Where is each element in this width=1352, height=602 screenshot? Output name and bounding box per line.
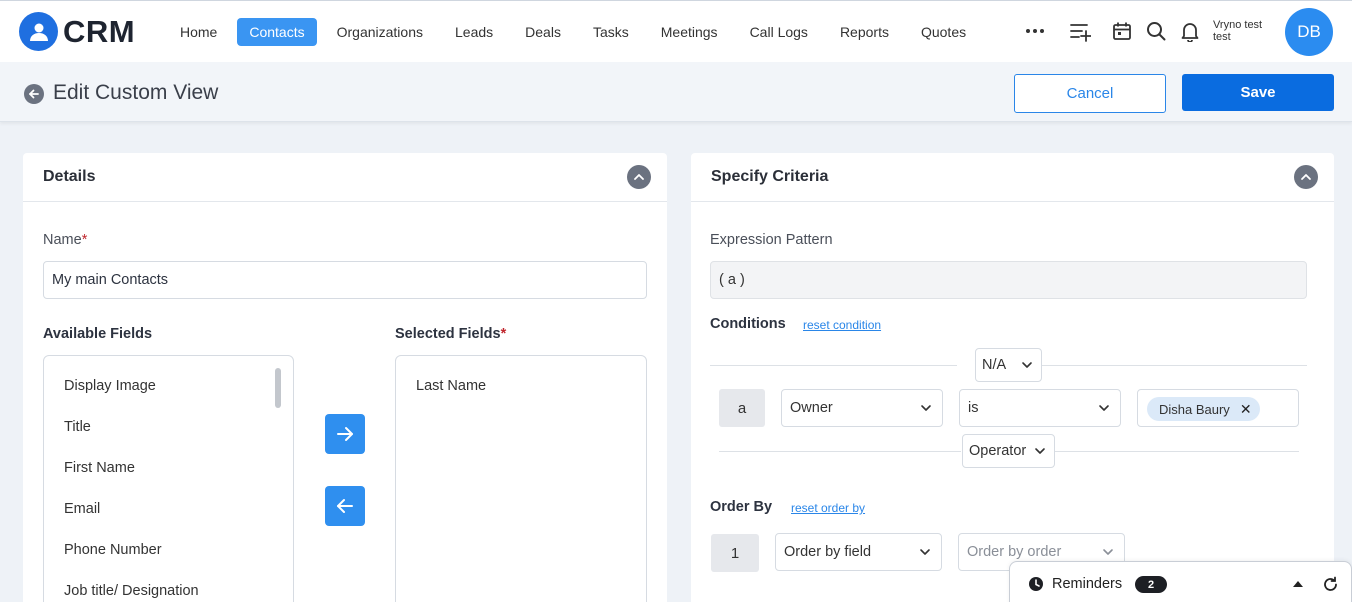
add-list-icon[interactable]: [1068, 19, 1092, 43]
value-chip-label: Disha Baury: [1159, 401, 1230, 417]
avatar[interactable]: DB: [1285, 8, 1333, 56]
move-left-button[interactable]: [325, 486, 365, 526]
user-name[interactable]: Vryno test test: [1213, 19, 1262, 43]
clock-icon: [1029, 577, 1043, 591]
list-item[interactable]: First Name: [64, 460, 135, 476]
condition-operator-select[interactable]: is: [959, 389, 1121, 427]
order-field-select[interactable]: Order by field: [775, 533, 942, 571]
selected-fields-label: Selected Fields*: [395, 326, 506, 342]
reminders-label: Reminders: [1052, 576, 1123, 592]
list-item[interactable]: Title: [64, 419, 91, 435]
nav-quotes[interactable]: Quotes: [909, 18, 978, 46]
logo-text: CRM: [63, 13, 136, 49]
criteria-card-header: Specify Criteria: [691, 153, 1334, 202]
cancel-button[interactable]: Cancel: [1014, 74, 1166, 113]
collapse-criteria-icon[interactable]: [1294, 165, 1318, 189]
save-button[interactable]: Save: [1182, 74, 1334, 111]
name-label-text: Name: [43, 232, 82, 248]
condition-field-value: Owner: [790, 400, 833, 416]
name-input[interactable]: [43, 261, 647, 299]
details-card: Details Name* Available Fields Selected …: [23, 153, 667, 602]
app-logo[interactable]: CRM: [19, 12, 135, 51]
more-icon[interactable]: [1023, 19, 1047, 43]
top-operator-value: N/A: [982, 357, 1007, 373]
conditions-label: Conditions: [710, 316, 786, 332]
page-title: Edit Custom View: [53, 81, 219, 104]
bottom-operator-select[interactable]: Operator: [962, 434, 1055, 468]
nav-call-logs[interactable]: Call Logs: [738, 18, 820, 46]
reset-order-by-link[interactable]: reset order by: [791, 501, 865, 515]
chevron-down-icon: [1099, 405, 1109, 411]
reminders-count-badge: 2: [1135, 576, 1167, 593]
bell-icon[interactable]: [1178, 19, 1202, 43]
value-chip: Disha Baury ✕: [1147, 397, 1260, 421]
nav-contacts[interactable]: Contacts: [237, 18, 317, 46]
list-item[interactable]: Phone Number: [64, 542, 162, 558]
nav-meetings[interactable]: Meetings: [649, 18, 730, 46]
caret-up-icon[interactable]: [1292, 580, 1304, 588]
chevron-down-icon: [1022, 362, 1032, 368]
arrow-right-icon: [337, 427, 353, 441]
details-title: Details: [43, 168, 96, 185]
details-card-header: Details: [23, 153, 667, 202]
divider: [1040, 365, 1307, 366]
available-fields-label: Available Fields: [43, 326, 153, 342]
list-item[interactable]: Job title/ Designation: [64, 583, 199, 599]
page-header: Edit Custom View Cancel Save: [0, 62, 1352, 122]
order-direction-placeholder: Order by order: [967, 544, 1062, 560]
divider: [1053, 451, 1299, 452]
name-required-mark: *: [81, 232, 88, 248]
criteria-card: Specify Criteria Expression Pattern ( a …: [691, 153, 1334, 602]
user-name-line2: test: [1213, 31, 1231, 43]
collapse-details-icon[interactable]: [627, 165, 651, 189]
selected-fields-label-text: Selected Fields: [395, 326, 501, 342]
top-navbar: CRM Home Contacts Organizations Leads De…: [0, 0, 1352, 62]
chevron-down-icon: [1035, 448, 1045, 454]
chevron-down-icon: [920, 549, 930, 555]
nav-leads[interactable]: Leads: [443, 18, 505, 46]
divider: [710, 365, 957, 366]
condition-operator-value: is: [968, 400, 979, 416]
chevron-down-icon: [921, 405, 931, 411]
chevron-down-icon: [1103, 549, 1113, 555]
available-fields-list[interactable]: Display Image Title First Name Email Pho…: [43, 355, 294, 602]
list-item[interactable]: Email: [64, 501, 100, 517]
refresh-icon[interactable]: [1322, 576, 1339, 593]
expression-pattern-field: ( a ): [710, 261, 1307, 299]
nav-tasks[interactable]: Tasks: [581, 18, 641, 46]
list-item[interactable]: Last Name: [416, 378, 486, 394]
top-operator-select[interactable]: N/A: [975, 348, 1042, 382]
nav-organizations[interactable]: Organizations: [325, 18, 435, 46]
close-icon[interactable]: ✕: [1240, 401, 1252, 418]
calendar-icon[interactable]: [1110, 19, 1134, 43]
condition-field-select[interactable]: Owner: [781, 389, 943, 427]
selected-fields-list[interactable]: Last Name: [395, 355, 647, 602]
divider: [719, 451, 961, 452]
reminders-widget[interactable]: Reminders 2: [1009, 561, 1352, 602]
list-item[interactable]: Display Image: [64, 378, 156, 394]
user-logo-icon: [19, 12, 58, 51]
move-right-button[interactable]: [325, 414, 365, 454]
arrow-left-icon: [337, 499, 353, 513]
condition-letter: a: [719, 389, 765, 427]
search-icon[interactable]: [1144, 19, 1168, 43]
reset-condition-link[interactable]: reset condition: [803, 318, 881, 332]
condition-value-field[interactable]: Disha Baury ✕: [1137, 389, 1299, 427]
nav-deals[interactable]: Deals: [513, 18, 573, 46]
bottom-operator-value: Operator: [969, 443, 1027, 459]
name-label: Name*: [43, 232, 87, 248]
available-list-scrollbar[interactable]: [275, 368, 281, 408]
nav-reports[interactable]: Reports: [828, 18, 901, 46]
back-arrow-icon[interactable]: [24, 84, 44, 104]
order-field-placeholder: Order by field: [784, 544, 872, 560]
criteria-title: Specify Criteria: [711, 168, 829, 185]
nav-home[interactable]: Home: [168, 18, 229, 46]
order-index: 1: [711, 534, 759, 572]
main-nav: Home Contacts Organizations Leads Deals …: [168, 18, 986, 46]
expression-pattern-label: Expression Pattern: [710, 232, 833, 248]
order-by-label: Order By: [710, 499, 773, 515]
selected-required-mark: *: [500, 326, 507, 342]
user-name-line1: Vryno test: [1213, 19, 1263, 31]
